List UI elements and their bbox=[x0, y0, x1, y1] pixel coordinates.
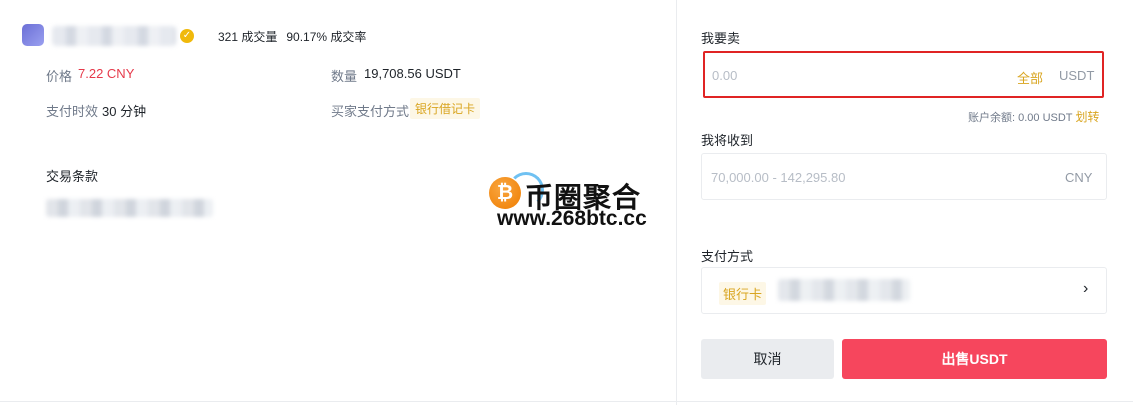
buyer-payment-label: 买家支付方式 bbox=[331, 104, 410, 119]
bottom-divider bbox=[0, 401, 1133, 402]
price-value: 7.22 CNY bbox=[78, 66, 135, 81]
watermark-url: www.268btc.cc bbox=[497, 207, 647, 230]
bitcoin-icon: ₿ bbox=[489, 177, 521, 209]
sell-unit: USDT bbox=[1059, 68, 1095, 83]
completion-rate: 90.17% 成交率 bbox=[286, 30, 367, 44]
sell-usdt-button[interactable]: 出售USDT bbox=[842, 339, 1107, 379]
verified-badge-icon: ✓ bbox=[180, 29, 194, 43]
merchant-stats: 321 成交量 90.17% 成交率 bbox=[218, 28, 375, 45]
buyer-payment-badge: 银行借记卡 bbox=[410, 98, 481, 119]
receive-range-placeholder: 70,000.00 - 142,295.80 bbox=[711, 170, 846, 185]
chevron-right-icon: › bbox=[1083, 280, 1089, 297]
receive-amount-input[interactable]: 70,000.00 - 142,295.80 CNY bbox=[701, 153, 1107, 200]
quantity-value: 19,708.56 USDT bbox=[364, 66, 461, 81]
panel-divider bbox=[676, 0, 677, 405]
cancel-button[interactable]: 取消 bbox=[701, 339, 834, 379]
pay-time-label: 支付时效 bbox=[46, 104, 99, 119]
terms-content-blurred bbox=[46, 199, 213, 217]
account-balance: 账户余额: 0.00 USDT 划转 bbox=[968, 108, 1100, 125]
balance-text: 账户余额: 0.00 USDT bbox=[968, 112, 1073, 124]
merchant-avatar[interactable] bbox=[22, 24, 44, 46]
sell-amount-placeholder: 0.00 bbox=[712, 68, 738, 83]
quantity-label: 数量 bbox=[331, 69, 358, 84]
all-button[interactable]: 全部 bbox=[1017, 68, 1043, 87]
receive-unit: CNY bbox=[1065, 170, 1093, 185]
trade-count: 321 成交量 bbox=[218, 30, 278, 44]
price-label: 价格 bbox=[46, 69, 73, 84]
transfer-link[interactable]: 划转 bbox=[1076, 110, 1100, 124]
payment-account-blurred bbox=[778, 279, 910, 301]
receive-amount-label: 我将收到 bbox=[701, 133, 754, 148]
terms-title: 交易条款 bbox=[46, 169, 99, 184]
merchant-name-blurred[interactable] bbox=[52, 26, 176, 46]
sell-amount-label: 我要卖 bbox=[701, 31, 741, 46]
pay-time-value: 30 分钟 bbox=[102, 104, 147, 119]
payment-method-label: 支付方式 bbox=[701, 249, 754, 264]
payment-method-select[interactable]: 银行卡 › bbox=[701, 267, 1107, 314]
payment-method-badge: 银行卡 bbox=[719, 282, 767, 305]
sell-amount-input[interactable]: 0.00 全部 USDT bbox=[703, 51, 1104, 98]
